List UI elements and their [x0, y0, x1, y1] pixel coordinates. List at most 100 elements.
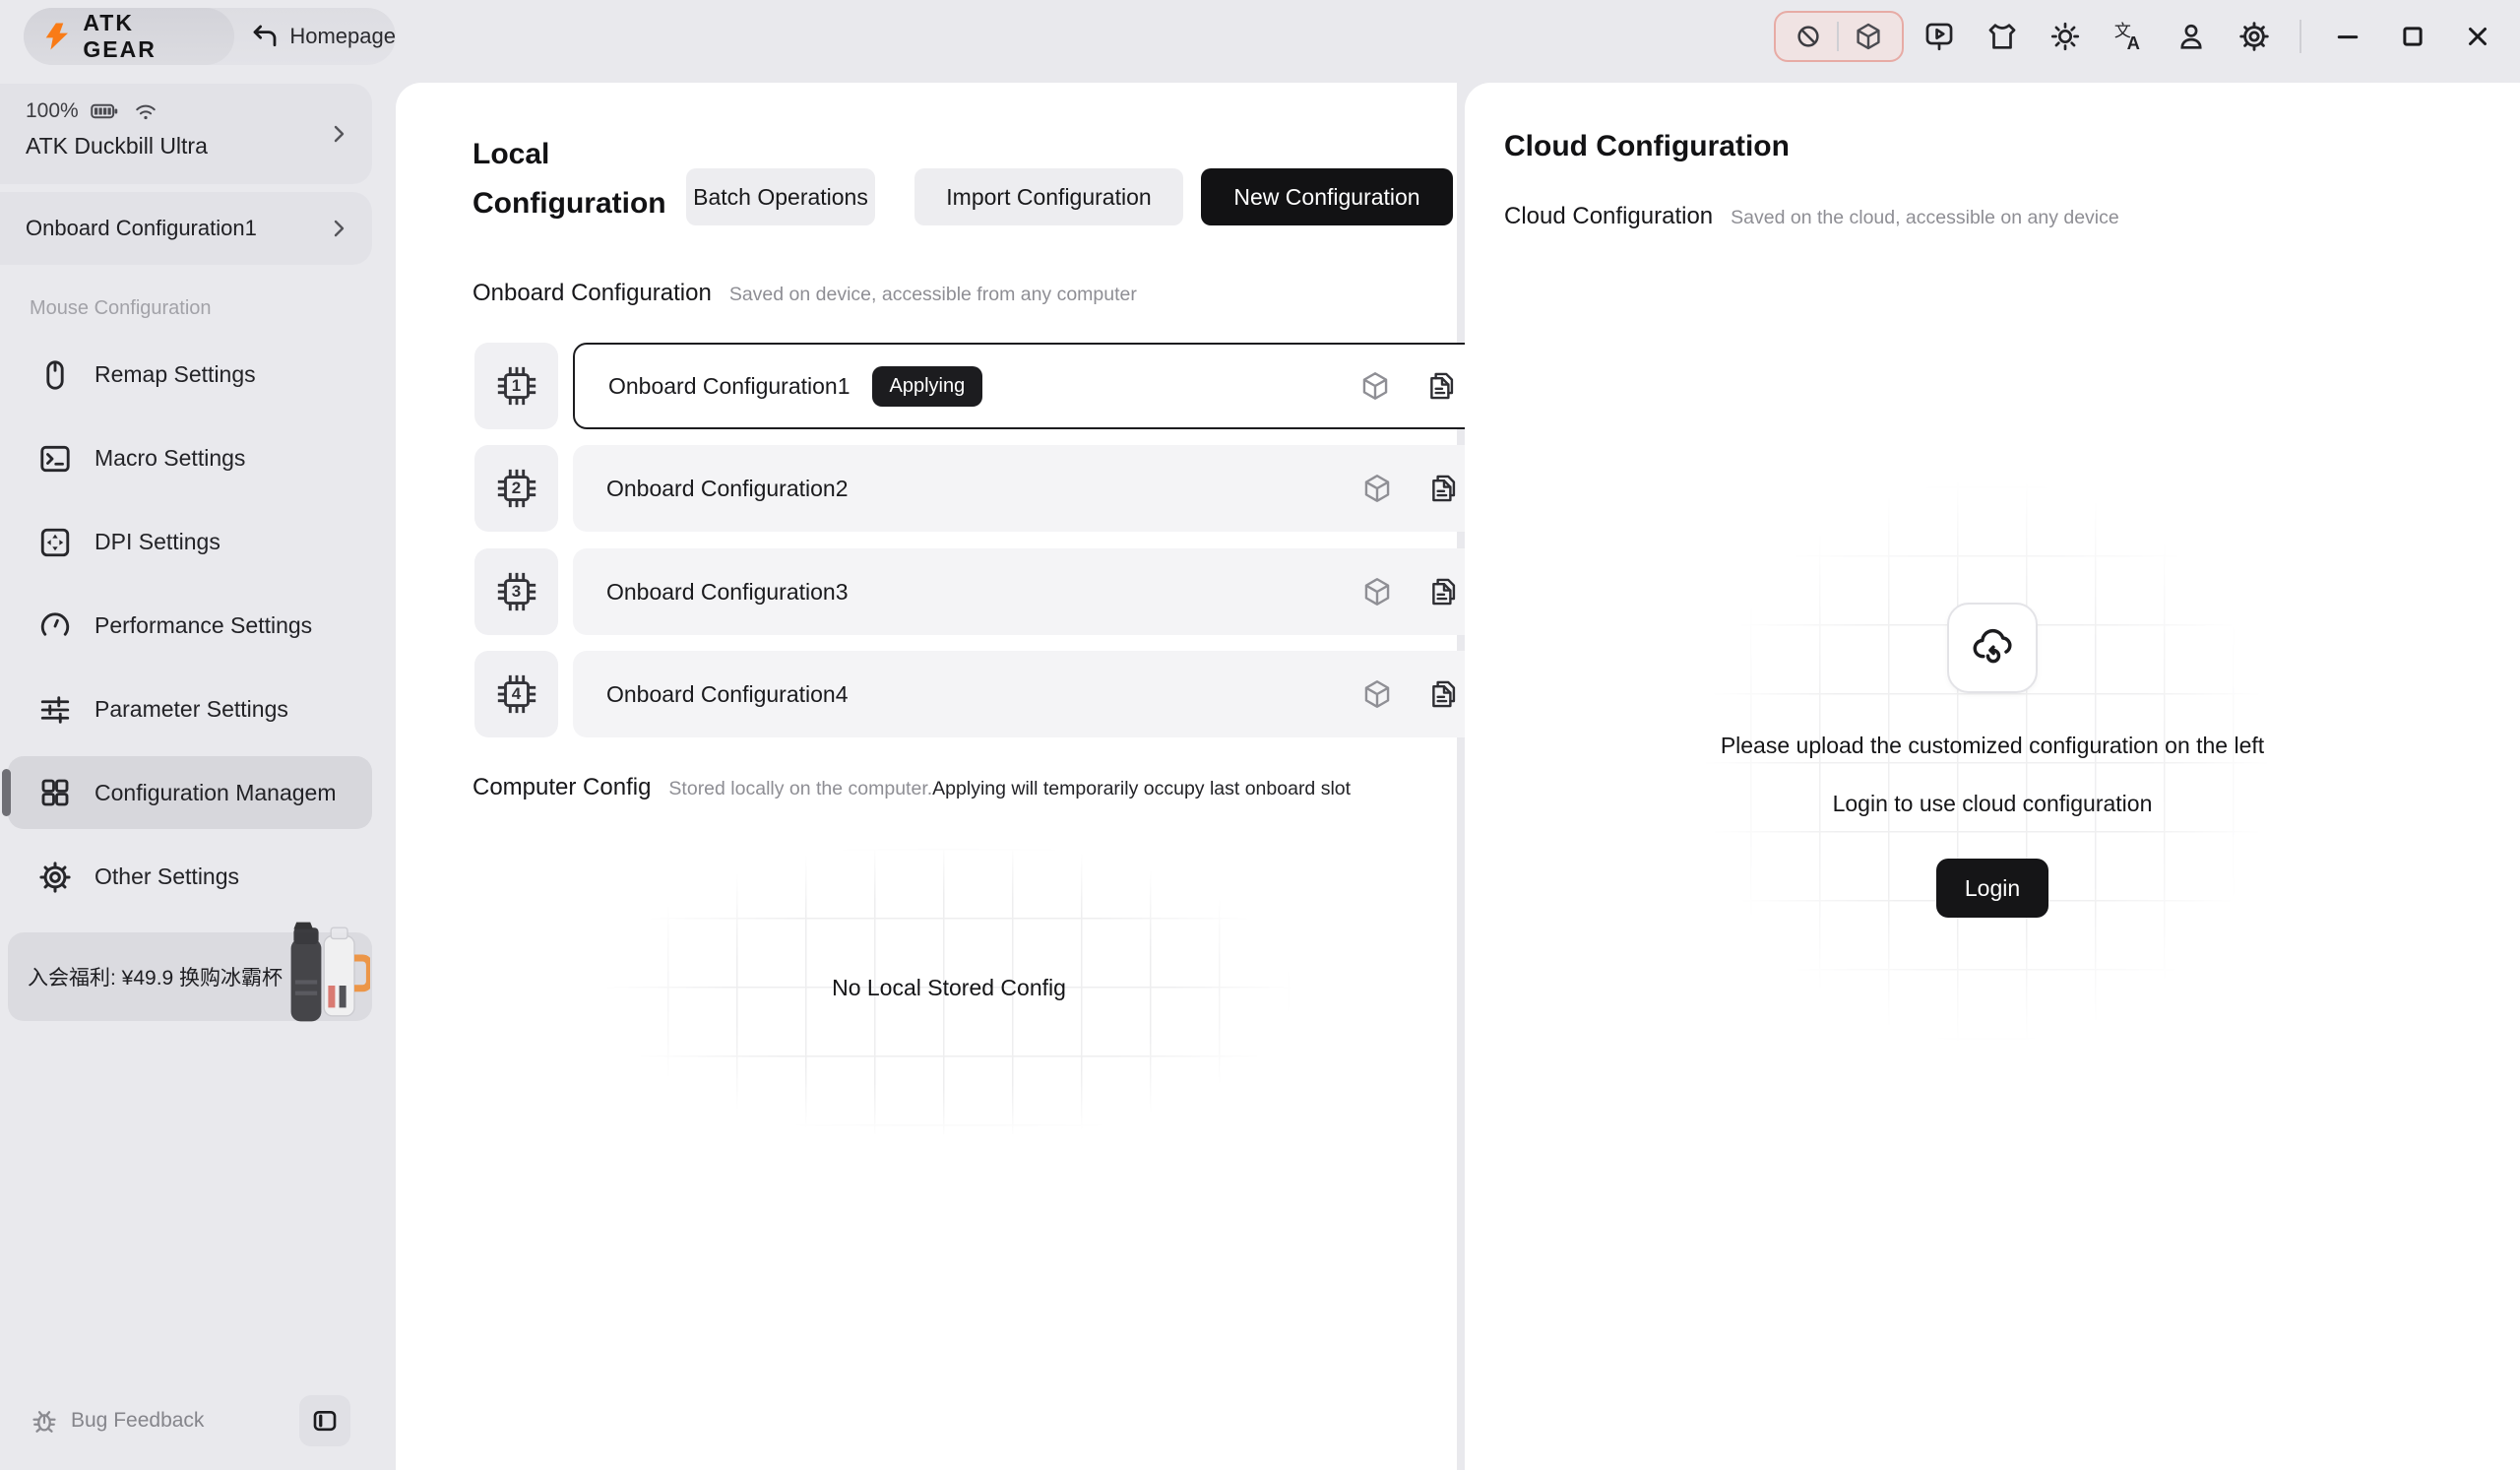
- export-config-icon[interactable]: [1427, 472, 1461, 505]
- language-button[interactable]: 文 A: [2101, 9, 2156, 64]
- active-config-card[interactable]: Onboard Configuration1: [0, 192, 372, 265]
- slot-number: 1: [494, 363, 539, 409]
- close-icon: [2463, 22, 2492, 51]
- sidebar-item-label: Performance Settings: [94, 612, 312, 639]
- app-window: ATK GEAR Homepage: [0, 0, 2520, 1470]
- titlebar-separator: [2300, 20, 2301, 53]
- minimize-icon: [2333, 22, 2362, 51]
- sidebar-item-label: Parameter Settings: [94, 696, 288, 723]
- promo-product-image: [284, 917, 370, 1027]
- empty-state-text: No Local Stored Config: [598, 975, 1299, 1001]
- export-config-icon[interactable]: [1425, 369, 1459, 403]
- sidebar-footer: Bug Feedback: [0, 1393, 388, 1448]
- onboard-slot-3: 3: [474, 548, 558, 635]
- wifi-icon: [132, 99, 159, 123]
- onboard-section-header: Onboard Configuration Saved on device, a…: [472, 280, 1137, 307]
- titlebar: ATK GEAR Homepage: [0, 0, 2520, 83]
- dpi-target-icon: [37, 525, 73, 560]
- screen-demo-button[interactable]: [1912, 9, 1967, 64]
- sidebar-item-configuration-management[interactable]: Configuration Managem: [8, 756, 372, 829]
- config-name: Onboard Configuration2: [606, 476, 849, 502]
- promo-banner[interactable]: 入会福利: ¥49.9 换购冰霸杯: [8, 932, 372, 1021]
- battery-percent: 100%: [26, 99, 79, 123]
- config-card-selected[interactable]: Onboard Configuration1 Applying: [573, 343, 1494, 429]
- device-card[interactable]: 100% ATK Duckbill Ultra: [0, 84, 372, 184]
- cloud-section-title: Cloud Configuration: [1504, 203, 1713, 230]
- close-button[interactable]: [2449, 9, 2506, 64]
- cloud-hint-login: Login to use cloud configuration: [1833, 791, 2153, 817]
- onboard-slot-1: 1: [474, 343, 558, 429]
- gauge-icon: [37, 608, 73, 644]
- onboard-section-title: Onboard Configuration: [472, 280, 712, 307]
- import-configuration-button[interactable]: Import Configuration: [914, 168, 1183, 225]
- brand-logo: ATK GEAR: [24, 8, 234, 65]
- homepage-button[interactable]: Homepage: [234, 22, 396, 51]
- computer-subtitle-dark: Applying will temporarily occupy last on…: [932, 778, 1351, 799]
- export-config-icon[interactable]: [1427, 677, 1461, 711]
- chevron-right-icon: [327, 122, 350, 146]
- svg-text:A: A: [2127, 32, 2140, 53]
- new-configuration-button[interactable]: New Configuration: [1201, 168, 1453, 225]
- battery-icon: [91, 100, 120, 122]
- collapse-sidebar-button[interactable]: [299, 1395, 350, 1446]
- sidebar-item-performance-settings[interactable]: Performance Settings: [8, 584, 372, 668]
- pill-divider: [1837, 22, 1839, 51]
- maximize-button[interactable]: [2384, 9, 2441, 64]
- export-config-icon[interactable]: [1427, 575, 1461, 608]
- bug-icon: [30, 1406, 59, 1436]
- brand-pill: ATK GEAR Homepage: [24, 8, 396, 65]
- gear-icon: [2237, 20, 2271, 53]
- config-name: Onboard Configuration4: [606, 681, 849, 708]
- sidebar-item-label: Configuration Managem: [94, 780, 336, 806]
- skin-button[interactable]: [1975, 9, 2030, 64]
- settings-button[interactable]: [2227, 9, 2282, 64]
- minimize-button[interactable]: [2319, 9, 2376, 64]
- panel-collapse-icon: [310, 1406, 340, 1436]
- back-icon: [250, 22, 280, 51]
- computer-subtitle-gray: Stored locally on the computer.: [668, 778, 932, 799]
- config-card[interactable]: Onboard Configuration4: [573, 651, 1494, 737]
- cloud-section-subtitle: Saved on the cloud, accessible on any de…: [1731, 207, 2119, 229]
- slot-number: 2: [494, 466, 539, 511]
- apply-onboard-icon[interactable]: [1360, 472, 1394, 505]
- bug-feedback-label: Bug Feedback: [71, 1409, 204, 1433]
- cloud-configuration-panel: Cloud Configuration Cloud Configuration …: [1465, 83, 2520, 1470]
- applying-badge: Applying: [872, 366, 983, 407]
- sidebar-item-remap-settings[interactable]: Remap Settings: [8, 333, 372, 416]
- login-button[interactable]: Login: [1936, 859, 2048, 918]
- local-empty-state: No Local Stored Config: [598, 849, 1299, 1134]
- sliders-icon: [37, 692, 73, 728]
- batch-operations-button[interactable]: Batch Operations: [686, 168, 875, 225]
- titlebar-actions: 文 A: [1774, 8, 2506, 65]
- computer-section-header: Computer Config Stored locally on the co…: [472, 774, 1351, 801]
- grid-icon: [37, 775, 73, 810]
- apply-onboard-icon[interactable]: [1358, 369, 1392, 403]
- account-button[interactable]: [2164, 9, 2219, 64]
- apply-onboard-icon[interactable]: [1360, 677, 1394, 711]
- sidebar-item-other-settings[interactable]: Other Settings: [8, 835, 372, 919]
- brand-name: ATK GEAR: [83, 10, 209, 63]
- device-status-pill[interactable]: [1774, 11, 1904, 62]
- device-name: ATK Duckbill Ultra: [26, 133, 352, 160]
- bug-feedback-button[interactable]: Bug Feedback: [30, 1406, 204, 1436]
- apply-onboard-icon[interactable]: [1360, 575, 1394, 608]
- config-name: Onboard Configuration1: [608, 373, 850, 400]
- person-icon: [2174, 20, 2208, 53]
- sidebar-item-macro-settings[interactable]: Macro Settings: [8, 416, 372, 500]
- sidebar-item-dpi-settings[interactable]: DPI Settings: [8, 500, 372, 584]
- prohibit-icon: [1794, 22, 1823, 51]
- local-configuration-panel: Local Configuration Batch Operations Imp…: [396, 83, 1457, 1470]
- cloud-hint-upload: Please upload the customized configurati…: [1721, 733, 2264, 759]
- cloud-empty-state: Please upload the customized configurati…: [1465, 603, 2520, 918]
- active-config-label: Onboard Configuration1: [26, 216, 257, 241]
- sidebar-section-label: Mouse Configuration: [30, 297, 212, 320]
- config-card[interactable]: Onboard Configuration2: [573, 445, 1494, 532]
- theme-button[interactable]: [2038, 9, 2093, 64]
- sidebar-item-label: Other Settings: [94, 863, 239, 890]
- sidebar-item-parameter-settings[interactable]: Parameter Settings: [8, 668, 372, 751]
- sidebar-item-label: Remap Settings: [94, 361, 256, 388]
- computer-section-title: Computer Config: [472, 774, 651, 801]
- cloud-panel-title: Cloud Configuration: [1504, 130, 1790, 163]
- onboard-slot-icon: [1853, 21, 1884, 52]
- config-card[interactable]: Onboard Configuration3: [573, 548, 1494, 635]
